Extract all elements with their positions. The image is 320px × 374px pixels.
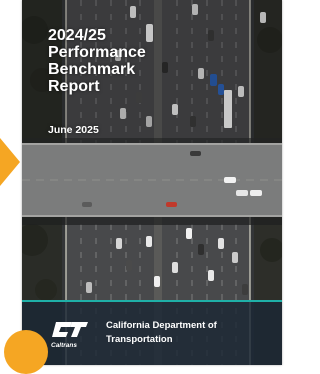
report-title: 2024/25 Performance Benchmark Report xyxy=(48,27,146,95)
title-line-performance: Performance xyxy=(48,44,146,61)
title-line-year: 2024/25 xyxy=(48,27,106,44)
department-line-1: California Department of xyxy=(106,320,217,331)
title-line-report: Report xyxy=(48,78,100,95)
cover-footer: Caltrans California Department of Transp… xyxy=(22,300,282,365)
department-name: California Department of Transportation xyxy=(106,319,217,347)
orange-circle-decoration xyxy=(4,330,48,374)
caltrans-logo-icon: Caltrans xyxy=(51,322,88,349)
report-cover[interactable]: 2024/25 Performance Benchmark Report Jun… xyxy=(22,0,282,365)
orange-arrow-decoration xyxy=(0,138,20,186)
caltrans-logo-text: Caltrans xyxy=(51,342,77,349)
title-line-benchmark: Benchmark xyxy=(48,61,136,78)
report-date: June 2025 xyxy=(48,124,99,136)
department-line-2: Transportation xyxy=(106,334,173,345)
